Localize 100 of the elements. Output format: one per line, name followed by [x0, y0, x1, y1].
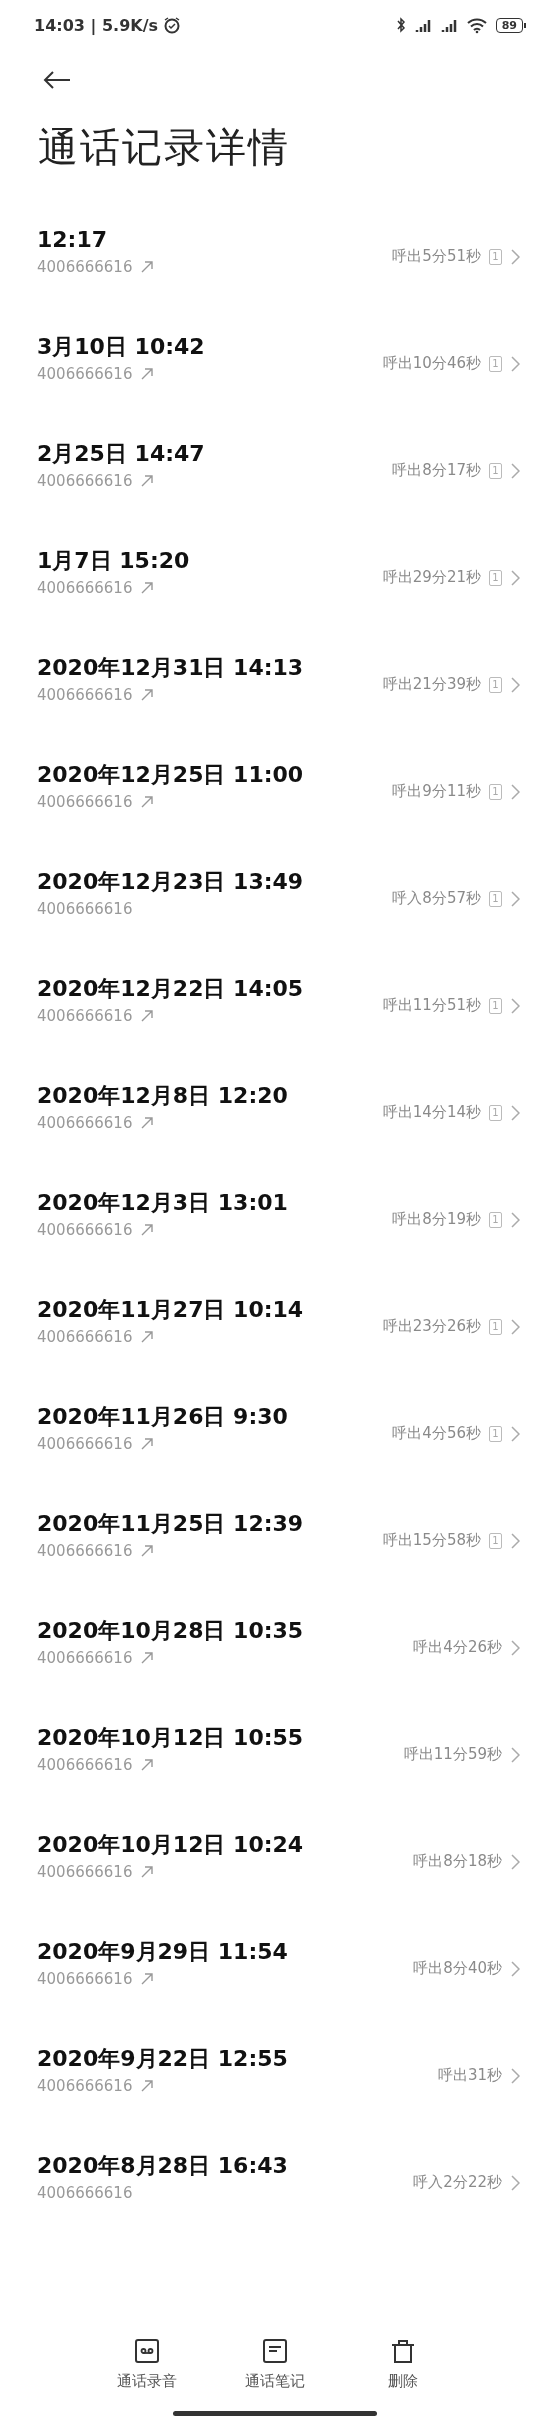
call-duration: 呼出5分51秒 — [392, 247, 481, 266]
call-time: 2020年10月28日 10:35 — [37, 1617, 304, 1645]
chevron-right-icon — [510, 2173, 520, 2192]
toolbar-button[interactable]: 通话录音 — [103, 2338, 191, 2391]
call-row[interactable]: 2020年10月28日 10:35 4006666616 呼出4分26秒 — [0, 1589, 550, 1696]
chevron-right-icon — [510, 247, 520, 266]
call-time: 2020年12月31日 14:13 — [37, 654, 304, 682]
call-row[interactable]: 2020年12月22日 14:05 4006666616 呼出11分51秒 1 — [0, 947, 550, 1054]
phone-number: 4006666616 — [37, 2076, 133, 2096]
outgoing-arrow-icon — [140, 1544, 155, 1558]
call-duration: 呼出23分26秒 — [382, 1317, 481, 1336]
call-row[interactable]: 2020年12月25日 11:00 4006666616 呼出9分11秒 1 — [0, 733, 550, 840]
call-duration: 呼出15分58秒 — [382, 1531, 481, 1550]
sim-badge: 1 — [489, 676, 502, 693]
call-row[interactable]: 2月25日 14:47 4006666616 呼出8分17秒 1 — [0, 412, 550, 519]
sim-badge: 1 — [489, 462, 502, 479]
phone-number: 4006666616 — [37, 1755, 133, 1775]
outgoing-arrow-icon — [140, 795, 155, 809]
phone-number: 4006666616 — [37, 257, 133, 277]
call-duration: 呼出4分26秒 — [413, 1638, 502, 1657]
call-row[interactable]: 2020年11月27日 10:14 4006666616 呼出23分26秒 1 — [0, 1268, 550, 1375]
call-time: 12:17 — [37, 226, 109, 254]
call-duration: 呼出9分11秒 — [392, 782, 481, 801]
outgoing-arrow-icon — [140, 2079, 155, 2093]
chevron-right-icon — [510, 675, 520, 694]
call-row[interactable]: 2020年12月3日 13:01 4006666616 呼出8分19秒 1 — [0, 1161, 550, 1268]
chevron-right-icon — [510, 1210, 520, 1229]
phone-number: 4006666616 — [37, 1113, 133, 1133]
call-row[interactable]: 2020年10月12日 10:24 4006666616 呼出8分18秒 — [0, 1803, 550, 1910]
call-row[interactable]: 2020年12月31日 14:13 4006666616 呼出21分39秒 1 — [0, 626, 550, 733]
chevron-right-icon — [510, 1852, 520, 1871]
call-row[interactable]: 1月7日 15:20 4006666616 呼出29分21秒 1 — [0, 519, 550, 626]
recording-icon — [134, 2338, 160, 2364]
chevron-right-icon — [510, 889, 520, 908]
chevron-right-icon — [510, 1424, 520, 1443]
chevron-right-icon — [510, 354, 520, 373]
call-row[interactable]: 2020年12月8日 12:20 4006666616 呼出14分14秒 1 — [0, 1054, 550, 1161]
phone-number: 4006666616 — [37, 1006, 133, 1026]
call-row[interactable]: 2020年9月22日 12:55 4006666616 呼出31秒 — [0, 2017, 550, 2124]
call-row[interactable]: 2020年9月29日 11:54 4006666616 呼出8分40秒 — [0, 1910, 550, 2017]
call-duration: 呼出8分18秒 — [413, 1852, 502, 1871]
call-time: 2020年12月8日 12:20 — [37, 1082, 288, 1110]
sim-badge: 1 — [489, 1318, 502, 1335]
phone-number: 4006666616 — [37, 471, 133, 491]
call-time: 2月25日 14:47 — [37, 440, 205, 468]
outgoing-arrow-icon — [140, 474, 155, 488]
call-time: 2020年12月25日 11:00 — [37, 761, 304, 789]
call-time: 2020年12月23日 13:49 — [37, 868, 304, 896]
sim-badge: 1 — [489, 890, 502, 907]
toolbar-button[interactable]: 通话笔记 — [231, 2338, 319, 2391]
outgoing-arrow-icon — [140, 367, 155, 381]
call-row[interactable]: 2020年11月26日 9:30 4006666616 呼出4分56秒 1 — [0, 1375, 550, 1482]
phone-number: 4006666616 — [37, 1541, 133, 1561]
chevron-right-icon — [510, 568, 520, 587]
outgoing-arrow-icon — [140, 1437, 155, 1451]
outgoing-arrow-icon — [140, 1330, 155, 1344]
back-button[interactable] — [42, 70, 72, 90]
call-time: 2020年8月28日 16:43 — [37, 2152, 288, 2180]
chevron-right-icon — [510, 1317, 520, 1336]
toolbar-button[interactable]: 删除 — [359, 2338, 447, 2391]
chevron-right-icon — [510, 1103, 520, 1122]
call-duration: 呼出29分21秒 — [382, 568, 481, 587]
call-duration: 呼入2分22秒 — [413, 2173, 502, 2192]
call-duration: 呼入8分57秒 — [392, 889, 481, 908]
call-duration: 呼出8分40秒 — [413, 1959, 502, 1978]
chevron-right-icon — [510, 1531, 520, 1550]
phone-number: 4006666616 — [37, 1648, 133, 1668]
outgoing-arrow-icon — [140, 1116, 155, 1130]
sim-badge: 1 — [489, 1532, 502, 1549]
call-duration: 呼出11分51秒 — [382, 996, 481, 1015]
call-duration: 呼出10分46秒 — [382, 354, 481, 373]
phone-number: 4006666616 — [37, 1327, 133, 1347]
wifi-icon — [465, 16, 488, 34]
chevron-right-icon — [510, 782, 520, 801]
outgoing-arrow-icon — [140, 1865, 155, 1879]
phone-number: 4006666616 — [37, 1220, 133, 1240]
status-time-speed: 14:03 | 5.9K/s — [34, 15, 159, 35]
sim-badge: 1 — [489, 783, 502, 800]
back-icon — [42, 70, 72, 90]
call-time: 2020年12月3日 13:01 — [37, 1189, 288, 1217]
phone-number: 4006666616 — [37, 685, 133, 705]
call-row[interactable]: 2020年12月23日 13:49 4006666616 呼入8分57秒 1 — [0, 840, 550, 947]
sim-badge: 1 — [489, 1211, 502, 1228]
call-row[interactable]: 2020年10月12日 10:55 4006666616 呼出11分59秒 — [0, 1696, 550, 1803]
alarm-icon — [163, 16, 182, 34]
call-time: 2020年10月12日 10:24 — [37, 1831, 304, 1859]
call-row[interactable]: 2020年11月25日 12:39 4006666616 呼出15分58秒 1 — [0, 1482, 550, 1589]
call-row[interactable]: 2020年8月28日 16:43 4006666616 呼入2分22秒 — [0, 2124, 550, 2231]
outgoing-arrow-icon — [140, 260, 155, 274]
outgoing-arrow-icon — [140, 1223, 155, 1237]
phone-number: 4006666616 — [37, 2183, 133, 2203]
call-row[interactable]: 12:17 4006666616 呼出5分51秒 1 — [0, 198, 550, 305]
chevron-right-icon — [510, 2066, 520, 2085]
sim-badge: 1 — [489, 1104, 502, 1121]
call-duration: 呼出11分59秒 — [403, 1745, 502, 1764]
phone-number: 4006666616 — [37, 792, 133, 812]
bluetooth-icon — [395, 16, 406, 34]
sim-badge: 1 — [489, 1425, 502, 1442]
call-row[interactable]: 3月10日 10:42 4006666616 呼出10分46秒 1 — [0, 305, 550, 412]
chevron-right-icon — [510, 1959, 520, 1978]
